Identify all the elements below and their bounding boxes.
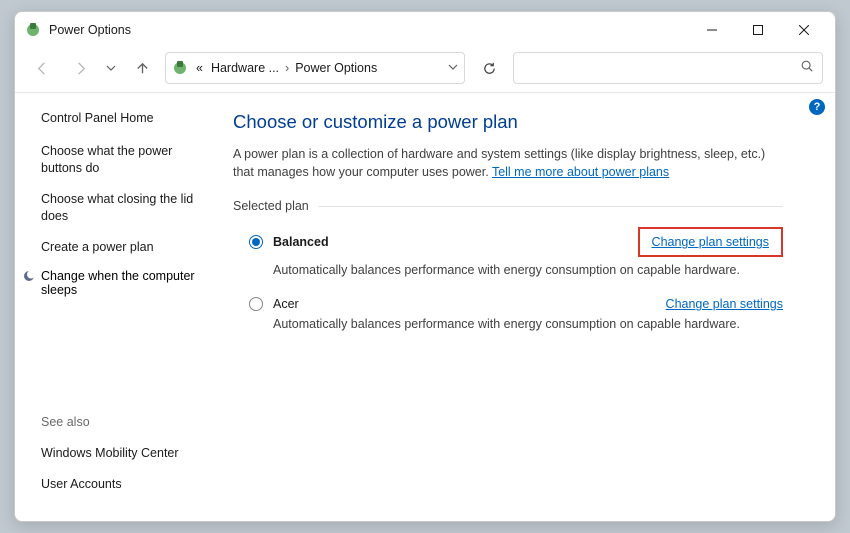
recent-dropdown[interactable] bbox=[103, 53, 119, 83]
search-input[interactable] bbox=[513, 52, 823, 84]
sidebar-link-sleep[interactable]: Change when the computer sleeps bbox=[23, 269, 209, 297]
plan-acer: Acer Change plan settings Automatically … bbox=[233, 297, 783, 331]
fieldset-divider bbox=[319, 206, 783, 207]
toolbar: « Hardware ... › Power Options bbox=[15, 48, 835, 88]
maximize-button[interactable] bbox=[735, 15, 781, 45]
back-button[interactable] bbox=[27, 53, 57, 83]
refresh-button[interactable] bbox=[473, 52, 505, 84]
address-dropdown[interactable] bbox=[448, 61, 458, 75]
address-bar[interactable]: « Hardware ... › Power Options bbox=[165, 52, 465, 84]
sidebar-link-power-buttons[interactable]: Choose what the power buttons do bbox=[41, 143, 209, 177]
sidebar-link-create-plan[interactable]: Create a power plan bbox=[41, 239, 209, 256]
address-icon bbox=[172, 60, 188, 76]
selected-plan-label: Selected plan bbox=[233, 199, 319, 213]
change-plan-settings-acer[interactable]: Change plan settings bbox=[666, 297, 783, 311]
plan-balanced-desc: Automatically balances performance with … bbox=[273, 263, 783, 277]
search-icon bbox=[800, 59, 814, 78]
window: Power Options « Hardware ... › Power Opt… bbox=[14, 11, 836, 522]
window-title: Power Options bbox=[49, 23, 689, 37]
page-description: A power plan is a collection of hardware… bbox=[233, 145, 783, 181]
see-also-user-accounts[interactable]: User Accounts bbox=[41, 476, 209, 493]
plan-acer-name[interactable]: Acer bbox=[273, 297, 299, 311]
see-also-mobility[interactable]: Windows Mobility Center bbox=[41, 445, 209, 462]
learn-more-link[interactable]: Tell me more about power plans bbox=[492, 165, 669, 179]
breadcrumb-overflow[interactable]: « bbox=[194, 61, 205, 75]
minimize-button[interactable] bbox=[689, 15, 735, 45]
plan-balanced: Balanced Change plan settings Automatica… bbox=[233, 227, 783, 277]
sidebar-link-sleep-label: Change when the computer sleeps bbox=[41, 269, 209, 297]
plan-acer-radio[interactable] bbox=[249, 297, 263, 311]
plan-acer-desc: Automatically balances performance with … bbox=[273, 317, 783, 331]
main-content: Choose or customize a power plan A power… bbox=[223, 93, 835, 521]
moon-icon bbox=[23, 270, 35, 282]
breadcrumb-seg-1[interactable]: Hardware ... bbox=[209, 61, 281, 75]
change-plan-settings-balanced[interactable]: Change plan settings bbox=[638, 227, 783, 257]
titlebar: Power Options bbox=[15, 12, 835, 48]
body: ? Control Panel Home Choose what the pow… bbox=[15, 93, 835, 521]
plan-balanced-name[interactable]: Balanced bbox=[273, 235, 329, 249]
selected-plan-group: Selected plan bbox=[233, 199, 783, 213]
chevron-right-icon: › bbox=[285, 61, 289, 75]
sidebar-link-closing-lid[interactable]: Choose what closing the lid does bbox=[41, 191, 209, 225]
plan-acer-head: Acer Change plan settings bbox=[249, 297, 783, 311]
see-also-section: See also Windows Mobility Center User Ac… bbox=[41, 375, 209, 507]
page-heading: Choose or customize a power plan bbox=[233, 111, 783, 133]
close-button[interactable] bbox=[781, 15, 827, 45]
plan-balanced-radio[interactable] bbox=[249, 235, 263, 249]
forward-button[interactable] bbox=[65, 53, 95, 83]
see-also-heading: See also bbox=[41, 415, 209, 429]
up-button[interactable] bbox=[127, 53, 157, 83]
breadcrumb-seg-2[interactable]: Power Options bbox=[293, 61, 379, 75]
sidebar: Control Panel Home Choose what the power… bbox=[15, 93, 223, 521]
app-icon bbox=[25, 22, 41, 38]
control-panel-home-link[interactable]: Control Panel Home bbox=[41, 111, 209, 125]
plan-balanced-head: Balanced Change plan settings bbox=[249, 227, 783, 257]
help-icon[interactable]: ? bbox=[809, 99, 825, 115]
